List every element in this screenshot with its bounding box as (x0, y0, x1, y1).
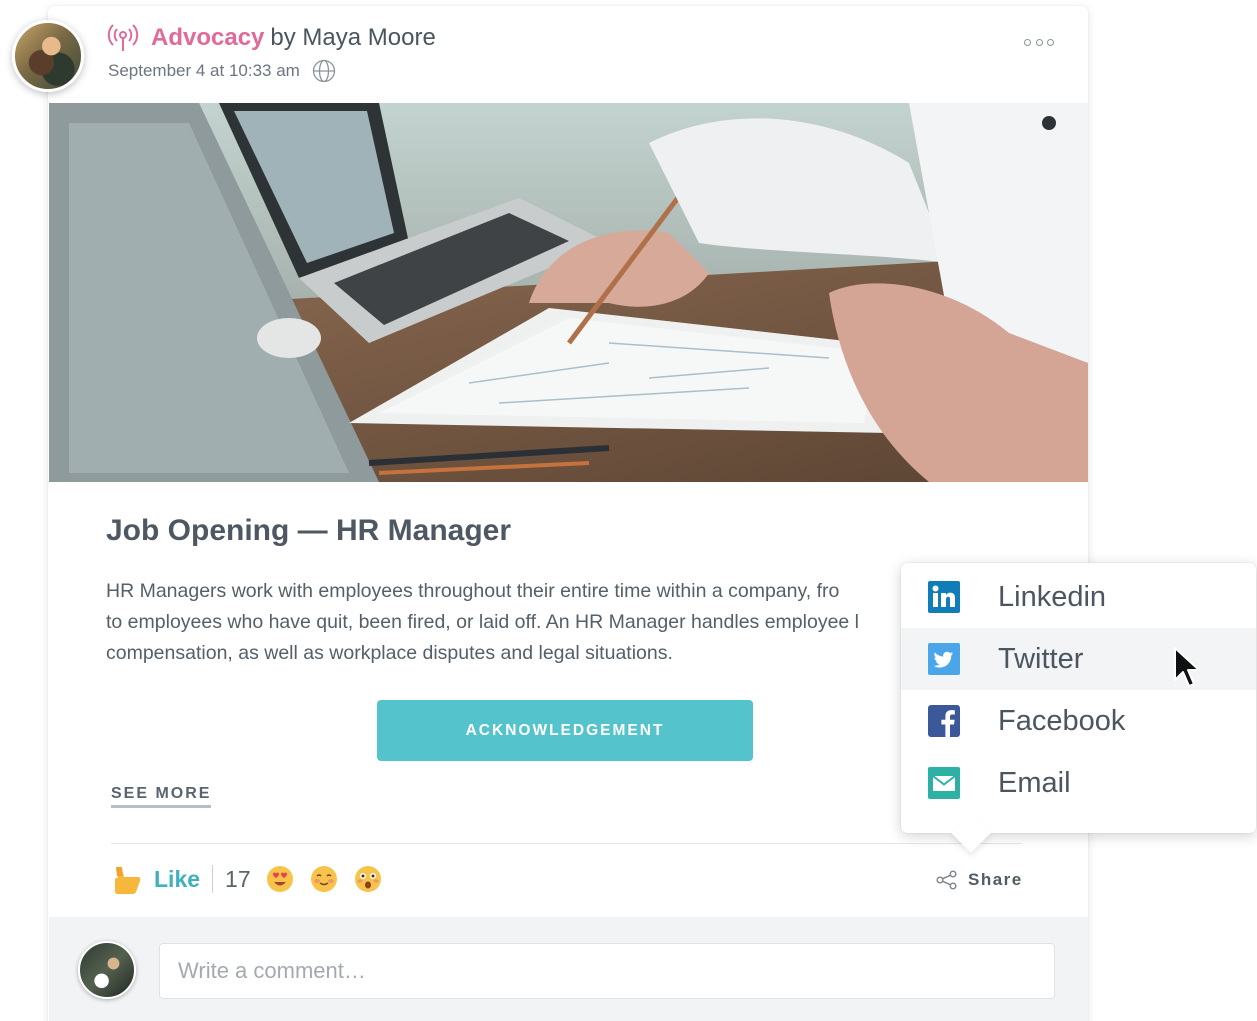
divider (111, 843, 1022, 844)
mouse-cursor-icon (1172, 646, 1200, 690)
blushing-emoji (309, 864, 339, 894)
astonished-emoji (353, 864, 383, 894)
share-menu-label: Linkedin (998, 580, 1107, 613)
heart-eyes-emoji (265, 864, 295, 894)
share-menu-label: Email (998, 766, 1071, 799)
share-menu-label: Twitter (998, 642, 1084, 675)
post-meta: September 4 at 10:33 am (108, 59, 336, 83)
post-hero-image (49, 103, 1088, 482)
author-name: by Maya Moore (270, 24, 436, 51)
post-header: Advocacy by Maya Moore (107, 22, 436, 54)
dot (1024, 38, 1031, 46)
post-timestamp: September 4 at 10:33 am (108, 61, 300, 80)
share-menu-item-email[interactable]: Email (901, 752, 1256, 814)
share-label: Share (968, 870, 1023, 889)
separator (212, 865, 214, 893)
author-avatar[interactable] (12, 20, 84, 92)
broadcast-icon (107, 22, 139, 54)
globe-icon (312, 59, 336, 83)
dot (1035, 38, 1043, 46)
see-more-link[interactable]: SEE MORE (111, 785, 212, 808)
post-body: HR Managers work with employees througho… (106, 580, 860, 664)
dot (1047, 38, 1054, 46)
thumbs-up-icon[interactable] (112, 863, 142, 895)
current-user-avatar (78, 941, 136, 999)
facebook-icon (928, 705, 960, 737)
share-button[interactable]: Share (936, 870, 1023, 890)
share-icon (936, 870, 958, 890)
share-menu-item-twitter[interactable]: Twitter (901, 628, 1256, 690)
comment-input[interactable] (159, 943, 1055, 999)
acknowledgement-button[interactable]: ACKNOWLEDGEMENT (377, 700, 753, 761)
reactions-bar: Like 17 (112, 862, 383, 896)
share-menu-label: Facebook (998, 704, 1126, 737)
post-title: Job Opening — HR Manager (106, 514, 512, 547)
email-icon (928, 767, 960, 799)
share-menu: Linkedin Twitter Facebook Email (901, 563, 1256, 853)
reaction-count: 17 (225, 865, 251, 892)
share-menu-item-facebook[interactable]: Facebook (901, 690, 1256, 752)
share-menu-item-linkedin[interactable]: Linkedin (901, 566, 1256, 628)
like-button[interactable]: Like (154, 866, 200, 893)
source-link[interactable]: Advocacy (151, 24, 264, 52)
twitter-icon (928, 643, 960, 675)
linkedin-icon (928, 581, 960, 613)
more-options-icon[interactable] (1024, 36, 1054, 48)
